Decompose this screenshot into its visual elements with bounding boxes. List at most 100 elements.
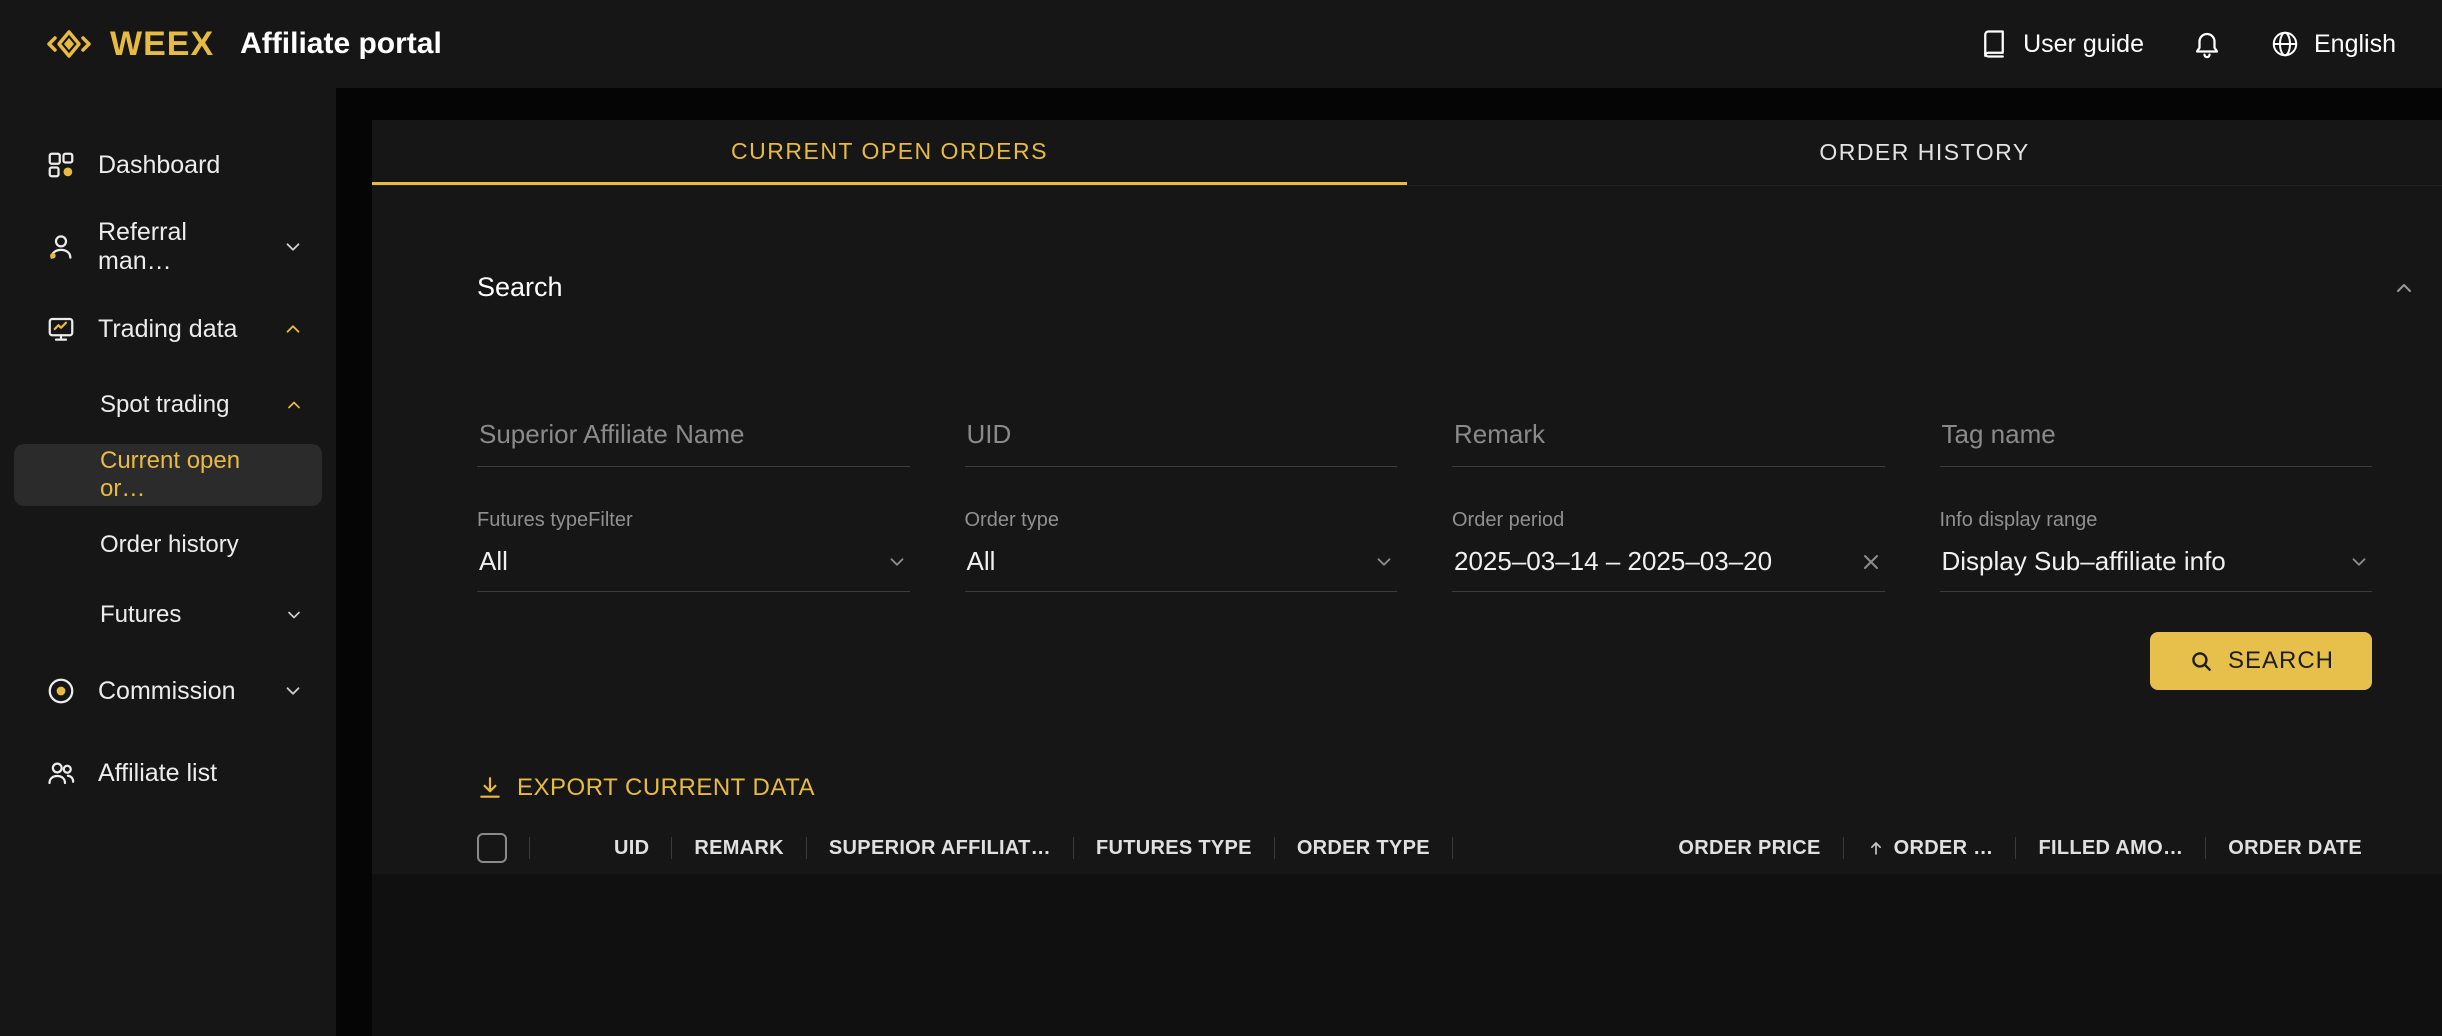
tag-name-input[interactable] [1940, 419, 2373, 467]
sidebar-item-futures[interactable]: Futures [0, 580, 336, 650]
sidebar-item-trading-data[interactable]: Trading data [0, 288, 336, 370]
user-guide-label: User guide [2023, 30, 2144, 59]
user-guide-link[interactable]: User guide [1979, 29, 2144, 59]
chevron-down-icon [284, 605, 304, 625]
search-section-title: Search [477, 272, 563, 303]
clear-icon[interactable] [1859, 550, 1883, 574]
language-label: English [2314, 30, 2396, 59]
download-icon [477, 775, 503, 801]
sidebar: Dashboard Referral man… [0, 88, 336, 1036]
chevron-up-icon [282, 318, 304, 340]
order-period-label: Order period [1452, 509, 1885, 532]
sidebar-item-referral-management[interactable]: Referral man… [0, 206, 336, 288]
column-header-filled-amount: FILLED AMO… [2038, 837, 2183, 860]
futures-type-filter: Futures typeFilter All [477, 509, 910, 592]
tab-bar: CURRENT OPEN ORDERS ORDER HISTORY [372, 120, 2442, 186]
order-type-select[interactable]: All [965, 546, 1398, 592]
app-header: WEEX Affiliate portal User guide [0, 0, 2442, 88]
body: Dashboard Referral man… [0, 88, 2442, 1036]
order-period-range-picker[interactable]: 2025–03–14 – 2025–03–20 [1452, 546, 1885, 592]
collapse-chevron-up-icon[interactable] [2392, 276, 2416, 300]
dashboard-icon [46, 150, 76, 180]
info-display-range-label: Info display range [1940, 509, 2373, 532]
order-type-label: Order type [965, 509, 1398, 532]
tab-label: CURRENT OPEN ORDERS [731, 138, 1048, 165]
sidebar-label: Referral man… [98, 218, 260, 276]
table-body-empty [372, 874, 2442, 1036]
weex-logo-icon [46, 24, 92, 64]
column-header-uid: UID [614, 837, 649, 860]
sidebar-label: Affiliate list [98, 759, 217, 788]
column-header-remark: REMARK [694, 837, 784, 860]
sidebar-item-spot-trading[interactable]: Spot trading [0, 370, 336, 440]
futures-type-select[interactable]: All [477, 546, 910, 592]
content-panel: CURRENT OPEN ORDERS ORDER HISTORY Search [372, 120, 2442, 1036]
column-header-order-sortable[interactable]: ORDER … [1866, 837, 1994, 860]
sidebar-label: Dashboard [98, 151, 220, 180]
chevron-up-icon [284, 395, 304, 415]
sidebar-item-order-history[interactable]: Order history [0, 510, 336, 580]
column-header-order-date: ORDER DATE [2228, 837, 2362, 860]
column-header-order-type: ORDER TYPE [1297, 837, 1430, 860]
sidebar-item-current-open-orders[interactable]: Current open or… [14, 444, 322, 506]
column-divider [1274, 837, 1275, 859]
info-display-range-select[interactable]: Display Sub–affiliate info [1940, 546, 2373, 592]
uid-input[interactable] [965, 419, 1398, 467]
trading-data-icon [46, 314, 76, 344]
sort-ascending-icon [1866, 838, 1886, 858]
column-header-order-price: ORDER PRICE [1475, 837, 1821, 860]
brand-name: WEEX [110, 25, 214, 64]
bell-icon [2192, 29, 2222, 59]
page-title: Affiliate portal [240, 27, 442, 61]
commission-icon [46, 676, 76, 706]
sidebar-item-affiliate-list[interactable]: Affiliate list [0, 732, 336, 814]
column-divider [1843, 837, 1844, 859]
referral-icon [46, 232, 76, 262]
order-type-filter: Order type All [965, 509, 1398, 592]
search-actions: SEARCH [372, 632, 2442, 690]
main: CURRENT OPEN ORDERS ORDER HISTORY Search [336, 88, 2442, 1036]
superior-affiliate-name-input[interactable] [477, 419, 910, 467]
search-section-header: Search [372, 186, 2442, 303]
table-header-row: UID REMARK SUPERIOR AFFILIAT… FUTURES TY… [372, 822, 2442, 874]
column-header-superior-affiliate: SUPERIOR AFFILIAT… [829, 837, 1051, 860]
sidebar-label: Current open or… [100, 447, 290, 503]
sidebar-label: Spot trading [100, 391, 229, 419]
notifications-button[interactable] [2192, 29, 2222, 59]
chevron-down-icon [2348, 551, 2370, 573]
search-button-label: SEARCH [2228, 647, 2334, 675]
futures-type-value: All [479, 546, 508, 577]
language-selector[interactable]: English [2270, 29, 2396, 59]
sidebar-item-commission[interactable]: Commission [0, 650, 336, 732]
tab-current-open-orders[interactable]: CURRENT OPEN ORDERS [372, 120, 1407, 185]
chevron-down-icon [282, 236, 304, 258]
book-icon [1979, 29, 2009, 59]
column-divider [1452, 837, 1453, 859]
remark-input[interactable] [1452, 419, 1885, 467]
search-button[interactable]: SEARCH [2150, 632, 2372, 690]
info-display-range-filter: Info display range Display Sub–affiliate… [1940, 509, 2373, 592]
order-period-filter: Order period 2025–03–14 – 2025–03–20 [1452, 509, 1885, 592]
tab-label: ORDER HISTORY [1819, 139, 2029, 166]
affiliate-list-icon [46, 758, 76, 788]
globe-icon [2270, 29, 2300, 59]
order-period-value: 2025–03–14 – 2025–03–20 [1454, 546, 1772, 577]
column-divider [1073, 837, 1074, 859]
search-icon [2188, 648, 2214, 674]
column-divider [2015, 837, 2016, 859]
column-divider [529, 837, 530, 859]
export-current-data-button[interactable]: EXPORT CURRENT DATA [372, 774, 2442, 802]
order-type-value: All [967, 546, 996, 577]
sidebar-label: Order history [100, 531, 239, 559]
select-all-checkbox[interactable] [477, 833, 507, 863]
chevron-down-icon [886, 551, 908, 573]
column-divider [806, 837, 807, 859]
search-select-fields: Futures typeFilter All Order type All [372, 509, 2442, 592]
column-header-futures-type: FUTURES TYPE [1096, 837, 1252, 860]
chevron-down-icon [1373, 551, 1395, 573]
info-display-range-value: Display Sub–affiliate info [1942, 546, 2226, 577]
column-divider [671, 837, 672, 859]
tab-order-history[interactable]: ORDER HISTORY [1407, 120, 2442, 185]
sidebar-item-dashboard[interactable]: Dashboard [0, 124, 336, 206]
column-header-label: ORDER … [1894, 837, 1994, 860]
